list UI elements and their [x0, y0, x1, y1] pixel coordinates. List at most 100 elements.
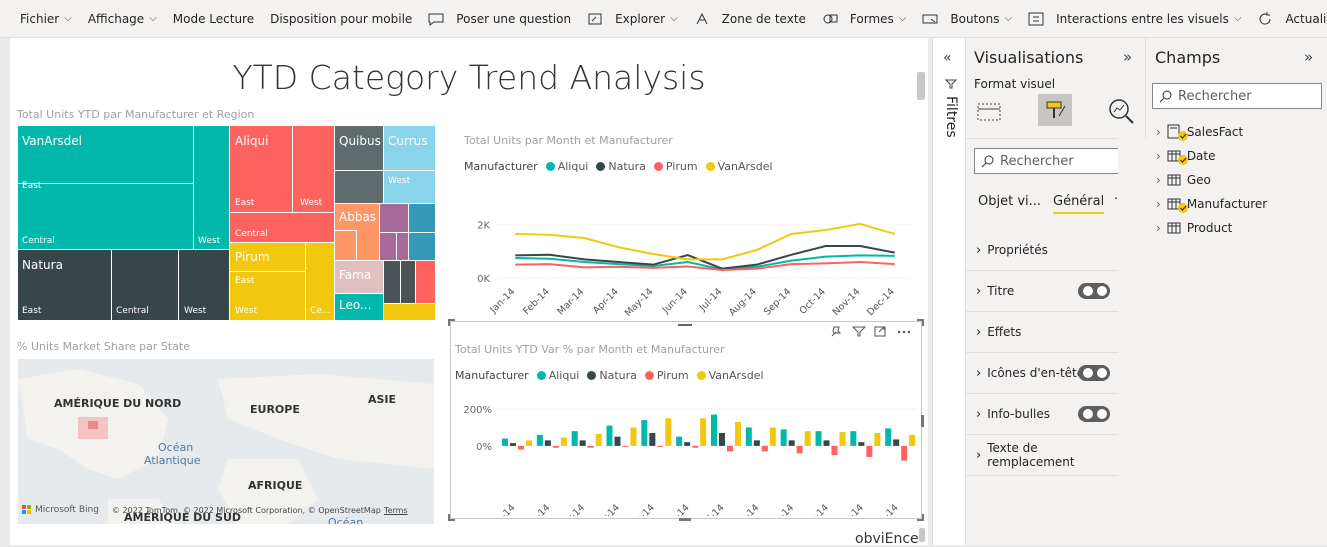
format-section-info-bulles[interactable]: › Info-bulles — [966, 394, 1118, 435]
buttons-icon — [922, 12, 944, 26]
bar-vanarsdel — [560, 437, 567, 446]
legend-item-vanarsdel[interactable]: VanArsdel — [709, 369, 764, 382]
treemap-tile-other-purple-1[interactable] — [380, 204, 408, 232]
ribbon-disposition-pour-mobile-button[interactable]: Disposition pour mobile — [262, 0, 420, 37]
ribbon-formes-button[interactable]: Formes ⌵ — [814, 0, 914, 37]
treemap-tile-small-1[interactable] — [384, 261, 400, 303]
chevron-right-icon: › — [976, 283, 982, 299]
ribbon-actualiser-button[interactable]: Actualiser — [1249, 0, 1327, 37]
ribbon-poser-une-question-button[interactable]: Poser une question — [420, 0, 579, 37]
visualizations-title: Visualisations — [974, 48, 1084, 67]
bar-aliqui — [502, 438, 508, 446]
treemap-tile-small-2[interactable] — [401, 261, 415, 303]
legend-item-natura[interactable]: Natura — [599, 369, 637, 382]
chat-icon — [428, 12, 450, 26]
ribbon-fichier-button[interactable]: Fichier ⌵ — [12, 0, 80, 37]
ribbon-mode-lecture-button[interactable]: Mode Lecture — [165, 0, 262, 37]
legend-marker — [705, 162, 715, 171]
expand-chevron-icon[interactable]: « — [943, 50, 952, 66]
treemap-tile-vanarsdel-west[interactable] — [193, 126, 229, 249]
build-visual-icon[interactable] — [976, 98, 1004, 126]
legend-item-pirum[interactable]: Pirum — [657, 369, 689, 382]
y-tick-label: 200% — [463, 405, 492, 416]
drag-handle-icon[interactable] — [678, 324, 692, 326]
fields-search-input[interactable]: Rechercher — [1152, 83, 1322, 109]
format-section-label: Titre — [987, 284, 1015, 298]
resize-handle-tl[interactable] — [448, 319, 455, 326]
tab-visual[interactable]: Objet vi... — [978, 194, 1041, 209]
filter-pane-icon — [945, 79, 957, 89]
treemap-tile-other-blue-1[interactable] — [409, 204, 435, 232]
page-scrollbar-bottom[interactable] — [919, 528, 925, 542]
filters-pane-collapsed[interactable]: « Filtres — [932, 38, 966, 545]
treemap-visual[interactable]: VanArsdel East Central West Natura East … — [18, 126, 435, 320]
treemap-tile-small-4[interactable] — [384, 304, 435, 320]
analytics-icon[interactable] — [1106, 96, 1136, 126]
format-section-ic-nes-d-en-t-te[interactable]: › Icônes d'en-tête — [966, 353, 1118, 394]
format-section-propri-t-s[interactable]: › Propriétés — [966, 230, 1118, 271]
pin-icon[interactable] — [831, 326, 842, 337]
format-section-label: Texte de remplacement — [987, 441, 1075, 469]
ribbon-interactions-entre-les-visuels-button[interactable]: Interactions entre les visuels ⌵ — [1020, 0, 1249, 37]
legend-item-pirum[interactable]: Pirum — [666, 160, 698, 173]
toggle-switch[interactable] — [1078, 283, 1110, 299]
collapse-chevron-icon[interactable]: » — [1123, 48, 1132, 66]
resize-handle-right[interactable] — [921, 415, 924, 427]
field-table-manufacturer[interactable]: › Manufacturer — [1156, 196, 1267, 213]
visual-search-placeholder: Rechercher — [1000, 153, 1074, 169]
ribbon-affichage-button[interactable]: Affichage ⌵ — [80, 0, 165, 37]
y-tick-label: 0K — [477, 274, 490, 285]
bar-vanarsdel — [874, 433, 881, 446]
visual-search-input[interactable]: Rechercher — [974, 148, 1138, 174]
format-visual-tab[interactable] — [1038, 94, 1072, 126]
legend-marker — [653, 162, 663, 171]
treemap-tile-quibus-1[interactable] — [335, 126, 383, 170]
ribbon-label: Actualiser — [1285, 11, 1327, 26]
legend-item-vanarsdel[interactable]: VanArsdel — [718, 160, 773, 173]
toggle-switch[interactable] — [1078, 406, 1110, 422]
ribbon-boutons-button[interactable]: Boutons ⌵ — [914, 0, 1020, 37]
bar-chart-plot[interactable]: 200% 0% Jan-14 Feb-14Mar-14 Apr-14May-14 Jun-… — [450, 388, 920, 516]
field-table-geo[interactable]: › Geo — [1156, 172, 1211, 188]
ribbon-explorer-button[interactable]: Explorer ⌵ — [579, 0, 686, 37]
treemap-tile-other-purple-2[interactable] — [380, 233, 396, 260]
line-chart-plot[interactable]: 2K 0KJan-14 Feb-14 Mar-14 Apr-14 May-14 Jun-14… — [450, 198, 920, 328]
treemap-tile-currus-1[interactable] — [384, 126, 435, 170]
toggle-switch[interactable] — [1078, 365, 1110, 381]
field-table-product[interactable]: › Product — [1156, 220, 1232, 236]
ribbon-label: Poser une question — [456, 11, 572, 26]
treemap-tile-small-3[interactable] — [416, 261, 435, 303]
more-options-icon[interactable] — [897, 330, 911, 334]
tab-general[interactable]: Général — [1053, 194, 1105, 214]
field-table-date[interactable]: › Date — [1156, 148, 1216, 165]
page-scrollbar[interactable] — [917, 72, 925, 100]
field-table-salesfact[interactable]: › SalesFact — [1156, 124, 1243, 141]
treemap-tile-other-purple-3[interactable] — [397, 233, 408, 260]
legend-marker — [587, 371, 597, 380]
bar-chart-legend: Manufacturer Aliqui Natura Pirum VanArsdel — [455, 369, 764, 382]
bar-aliqui — [745, 427, 752, 446]
map-label-atlantic: Atlantique — [144, 454, 201, 467]
format-section-effets[interactable]: › Effets — [966, 312, 1118, 353]
ribbon-zone-de-texte-button[interactable]: Zone de texte — [686, 0, 814, 37]
filter-icon[interactable] — [851, 326, 867, 337]
format-section-texte-de-remplacement[interactable]: › Texte de remplacement — [966, 435, 1118, 476]
resize-handle-bottom[interactable] — [679, 518, 691, 521]
treemap-label-natura-east: East — [22, 306, 42, 316]
map-visual[interactable]: AMÉRIQUE DU NORD EUROPE ASIE Océan Atlan… — [18, 359, 434, 524]
treemap-tile-other-blue-2[interactable] — [409, 233, 435, 260]
legend-item-aliqui[interactable]: Aliqui — [558, 160, 589, 173]
treemap-title: Total Units YTD par Manufacturer et Regi… — [17, 108, 255, 121]
format-section-titre[interactable]: › Titre — [966, 271, 1118, 312]
legend-item-natura[interactable]: Natura — [608, 160, 646, 173]
paint-roller-icon — [1046, 101, 1066, 118]
focus-mode-icon[interactable] — [874, 326, 886, 337]
ribbon-label: Fichier — [20, 11, 60, 26]
map-label-asia: ASIE — [368, 393, 397, 406]
map-terms-link[interactable]: Terms — [384, 506, 408, 515]
treemap-tile-abbas-2[interactable] — [335, 230, 357, 260]
legend-item-aliqui[interactable]: Aliqui — [549, 369, 580, 382]
resize-handle-tr[interactable] — [917, 319, 924, 326]
collapse-fields-chevron-icon[interactable]: » — [1304, 48, 1313, 66]
treemap-tile-quibus-2[interactable] — [335, 171, 383, 203]
